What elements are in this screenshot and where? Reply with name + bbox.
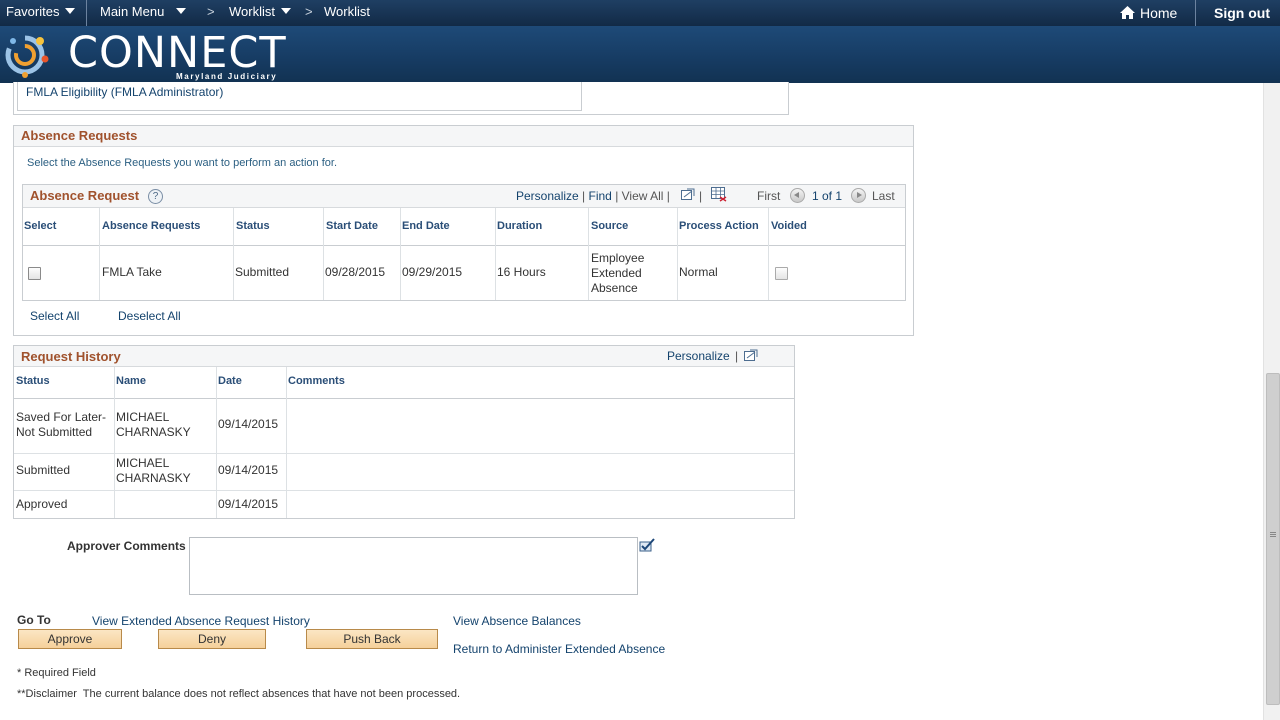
view-all-link[interactable]: View All [622, 189, 664, 203]
spell-check-icon[interactable] [639, 537, 656, 553]
history-status: Approved [16, 497, 68, 511]
absence-request-grid: Absence Request ? Personalize | Find | V… [22, 184, 906, 301]
dropdown-arrow-icon [280, 8, 291, 14]
col-header-comments: Comments [288, 375, 345, 387]
duration-cell: 16 Hours [497, 265, 546, 279]
header-banner: CONNECT Maryland Judiciary [0, 26, 1280, 83]
download-excel-icon[interactable] [711, 187, 727, 202]
breadcrumb-chevron-icon: > [207, 4, 215, 19]
col-header-select: Select [24, 220, 57, 232]
previous-section: FMLA Eligibility (FMLA Administrator) [13, 82, 789, 115]
col-header-source[interactable]: Source [591, 220, 628, 232]
section-header: Absence Requests [14, 126, 913, 147]
grid-toolbar: Personalize | Find | View All | [516, 189, 670, 203]
zoom-grid-icon[interactable] [744, 349, 758, 361]
col-header-status: Status [16, 375, 50, 387]
logo-wordmark: CONNECT [68, 28, 287, 78]
view-balances-link[interactable]: View Absence Balances [453, 614, 581, 628]
end-date-cell: 09/29/2015 [402, 265, 463, 279]
history-status: Submitted [16, 463, 71, 477]
col-header-absence-requests[interactable]: Absence Requests [102, 220, 200, 232]
push-back-button[interactable]: Push Back [306, 629, 438, 649]
history-name: MICHAEL CHARNASKY [116, 410, 191, 439]
page-info: 1 of 1 [812, 189, 843, 203]
logo-subtitle: Maryland Judiciary [176, 72, 278, 81]
col-header-process-action[interactable]: Process Action [679, 220, 759, 232]
history-name: MICHAEL CHARNASKY [116, 456, 191, 485]
fmla-take-link[interactable]: FMLA Take [102, 265, 162, 280]
vertical-scrollbar[interactable] [1263, 83, 1280, 720]
col-header-end-date[interactable]: End Date [402, 220, 450, 232]
previous-page-icon[interactable] [790, 188, 805, 203]
personalize-link[interactable]: Personalize [667, 349, 730, 363]
fmla-eligibility-link[interactable]: FMLA Eligibility (FMLA Administrator) [26, 85, 223, 99]
col-header-date: Date [218, 375, 242, 387]
history-date: 09/14/2015 [218, 417, 279, 431]
approve-button[interactable]: Approve [18, 629, 122, 649]
dropdown-arrow-icon [176, 8, 187, 14]
favorites-menu[interactable]: Favorites [6, 4, 76, 19]
process-action-cell: Normal [679, 265, 718, 279]
approver-comments-textarea[interactable] [189, 537, 638, 595]
worklist-menu[interactable]: Worklist [229, 4, 291, 19]
history-date: 09/14/2015 [218, 463, 279, 477]
deselect-all-link[interactable]: Deselect All [118, 309, 181, 323]
first-page-label: First [757, 189, 781, 203]
source-cell: Employee Extended Absence [591, 251, 645, 295]
history-date: 09/14/2015 [218, 497, 279, 511]
col-header-voided[interactable]: Voided [771, 220, 807, 232]
sign-out-link[interactable]: Sign out [1214, 5, 1270, 21]
scrollbar-thumb[interactable] [1266, 373, 1280, 705]
connect-logo-icon [5, 35, 49, 78]
col-header-duration[interactable]: Duration [497, 220, 542, 232]
absence-requests-section: Absence Requests Select the Absence Requ… [13, 125, 914, 336]
personalize-link[interactable]: Personalize [516, 189, 579, 203]
dropdown-arrow-icon [65, 8, 76, 14]
find-link[interactable]: Find [589, 189, 612, 203]
next-page-icon[interactable] [851, 188, 866, 203]
history-status: Saved For Later-Not Submitted [16, 410, 107, 439]
view-history-link[interactable]: View Extended Absence Request History [92, 614, 310, 628]
help-icon[interactable]: ? [148, 189, 163, 204]
breadcrumb-worklist[interactable]: Worklist [324, 4, 370, 19]
select-checkbox[interactable] [28, 267, 41, 280]
go-to-label: Go To [17, 613, 51, 627]
status-cell: Submitted [235, 265, 290, 279]
disclaimer-text: **Disclaimer The current balance does no… [17, 688, 461, 700]
section-title: Absence Requests [21, 128, 138, 143]
divider [1195, 0, 1196, 26]
approver-comments-label: Approver Comments [67, 539, 186, 553]
deny-button[interactable]: Deny [158, 629, 266, 649]
col-header-name: Name [116, 375, 146, 387]
col-header-start-date[interactable]: Start Date [326, 220, 378, 232]
required-field-note: * Required Field [17, 667, 96, 679]
voided-checkbox [775, 267, 788, 280]
col-header-status[interactable]: Status [236, 220, 270, 232]
section-title: Request History [21, 349, 121, 364]
breadcrumb-chevron-icon: > [305, 4, 313, 19]
divider [86, 0, 87, 26]
home-icon [1120, 6, 1135, 19]
grid-title: Absence Request [30, 188, 140, 203]
select-all-link[interactable]: Select All [30, 309, 79, 323]
section-header: Request History Personalize | [14, 346, 794, 367]
top-navigation-bar: Favorites Main Menu > Worklist > Worklis… [0, 0, 1280, 26]
main-menu[interactable]: Main Menu [100, 4, 187, 19]
return-link[interactable]: Return to Administer Extended Absence [453, 642, 665, 656]
grid-header: Absence Request ? Personalize | Find | V… [23, 185, 905, 208]
request-history-section: Request History Personalize | Status Nam… [13, 345, 795, 519]
home-link[interactable]: Home [1119, 5, 1177, 21]
start-date-cell: 09/28/2015 [325, 265, 386, 279]
zoom-grid-icon[interactable] [681, 188, 695, 200]
instruction-text: Select the Absence Requests you want to … [27, 157, 338, 169]
last-page-label: Last [872, 189, 895, 203]
